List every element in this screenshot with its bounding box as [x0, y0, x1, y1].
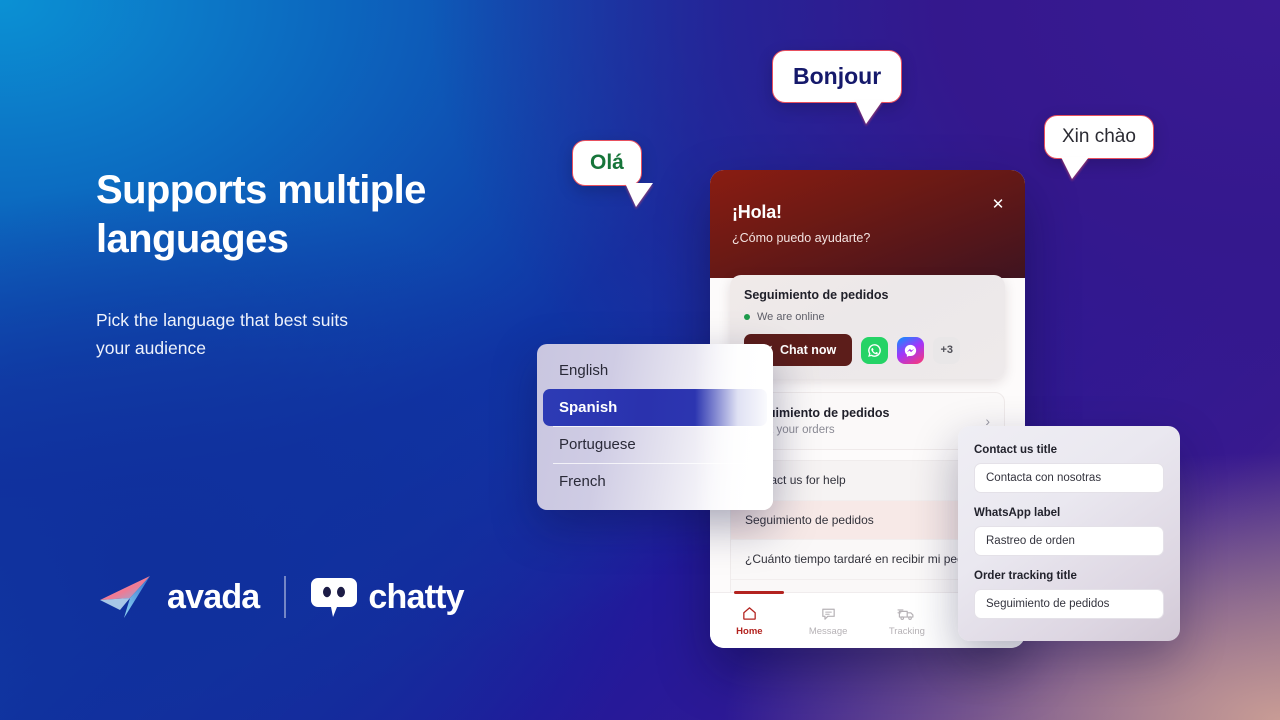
whatsapp-label-label: WhatsApp label [974, 507, 1061, 519]
contact-us-title-input[interactable]: Contacta con nosotras [974, 463, 1164, 493]
order-tracking-title-input[interactable]: Seguimiento de pedidos [974, 589, 1164, 619]
language-option-english[interactable]: English [543, 352, 767, 389]
language-option-spanish[interactable]: Spanish [543, 389, 767, 426]
avada-logo: avada [98, 574, 260, 620]
language-option-french[interactable]: French [543, 463, 767, 500]
settings-panel: Contact us title Contacta con nosotras W… [958, 426, 1180, 641]
order-tracking-title-label: Order tracking title [974, 570, 1077, 582]
bubble-tail [1061, 157, 1089, 179]
speech-bubble-ola: Olá [572, 140, 653, 207]
whatsapp-label-input[interactable]: Rastreo de orden [974, 526, 1164, 556]
page-title: Supports multiple languages [96, 168, 426, 261]
nav-label: Message [808, 625, 848, 637]
speech-bubble-bonjour: Bonjour [772, 50, 903, 124]
messenger-icon[interactable] [897, 336, 925, 364]
close-icon[interactable]: ✕ [989, 196, 1007, 214]
more-channels-badge[interactable]: +3 [933, 336, 961, 364]
bubble-tail [855, 100, 883, 124]
nav-label: Tracking [888, 625, 925, 637]
widget-greeting: ¡Hola! [732, 202, 782, 222]
nav-label: Home [736, 625, 763, 637]
whatsapp-icon[interactable] [861, 336, 889, 364]
nav-item-home[interactable]: Home [710, 591, 789, 648]
contact-us-title-label: Contact us title [974, 444, 1058, 456]
home-icon [743, 606, 756, 620]
bubble-tail [625, 183, 653, 207]
nav-item-message[interactable]: Message [789, 593, 868, 648]
hero-copy: Supports multiple languages Pick the lan… [96, 166, 566, 362]
status-text: We are online [757, 311, 825, 323]
chatty-logo: chatty [311, 576, 465, 618]
speech-bubble-text: Xin chào [1062, 126, 1136, 147]
active-tab-indicator [734, 591, 784, 594]
logo-divider [284, 576, 287, 618]
online-status: We are online [744, 311, 991, 323]
contact-card-title: Seguimiento de pedidos [744, 288, 889, 302]
avada-wordmark: avada [167, 577, 260, 616]
speech-bubble-xinchao: Xin chào [1044, 115, 1154, 179]
language-option-portuguese[interactable]: Portuguese [543, 426, 767, 463]
widget-question: ¿Cómo puedo ayudarte? [732, 231, 871, 245]
chat-now-label: Chat now [780, 343, 837, 357]
widget-header: ¡Hola! ¿Cómo puedo ayudarte? ✕ [710, 170, 1025, 278]
speech-bubble-text: Bonjour [793, 63, 882, 89]
messenger-glyph [905, 344, 917, 357]
speech-bubble-text: Olá [590, 151, 624, 174]
tracking-icon [897, 608, 914, 620]
chatty-wordmark: chatty [368, 577, 464, 616]
language-dropdown[interactable]: English Spanish Portuguese French [537, 344, 773, 510]
status-dot-icon [744, 314, 750, 320]
channel-row: Chat now +3 [744, 334, 991, 366]
nav-item-tracking[interactable]: Tracking [868, 593, 947, 648]
message-icon [821, 608, 835, 620]
whatsapp-glyph [868, 343, 882, 357]
brand-logos: avada chatty [98, 574, 465, 620]
hero-subcopy: Pick the language that best suits your a… [96, 309, 348, 358]
chat-bubble-icon [311, 578, 358, 617]
avada-paperplane-icon [100, 576, 150, 618]
